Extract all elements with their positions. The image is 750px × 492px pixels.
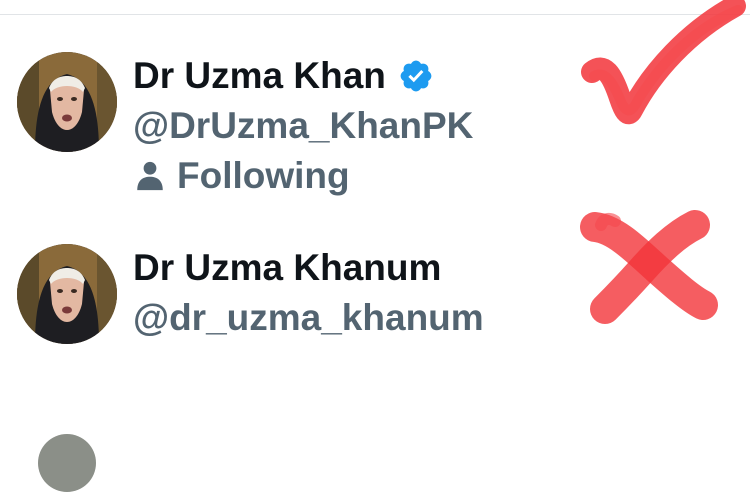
account-handle[interactable]: @dr_uzma_khanum (133, 296, 484, 340)
person-icon (133, 159, 167, 193)
follow-status: Following (133, 154, 350, 198)
follow-status-label: Following (177, 155, 350, 196)
display-name[interactable]: Dr Uzma Khan (133, 54, 434, 98)
verified-badge-icon (398, 58, 434, 94)
display-name[interactable]: Dr Uzma Khanum (133, 246, 441, 290)
checkmark-icon (570, 0, 750, 140)
cross-mark-icon (575, 205, 720, 330)
avatar[interactable] (38, 434, 96, 492)
display-name-text[interactable]: Dr Uzma Khanum (133, 246, 441, 290)
avatar[interactable] (17, 244, 117, 344)
account-handle[interactable]: @DrUzma_KhanPK (133, 104, 473, 148)
avatar[interactable] (17, 52, 117, 152)
display-name-text[interactable]: Dr Uzma Khan (133, 54, 386, 98)
